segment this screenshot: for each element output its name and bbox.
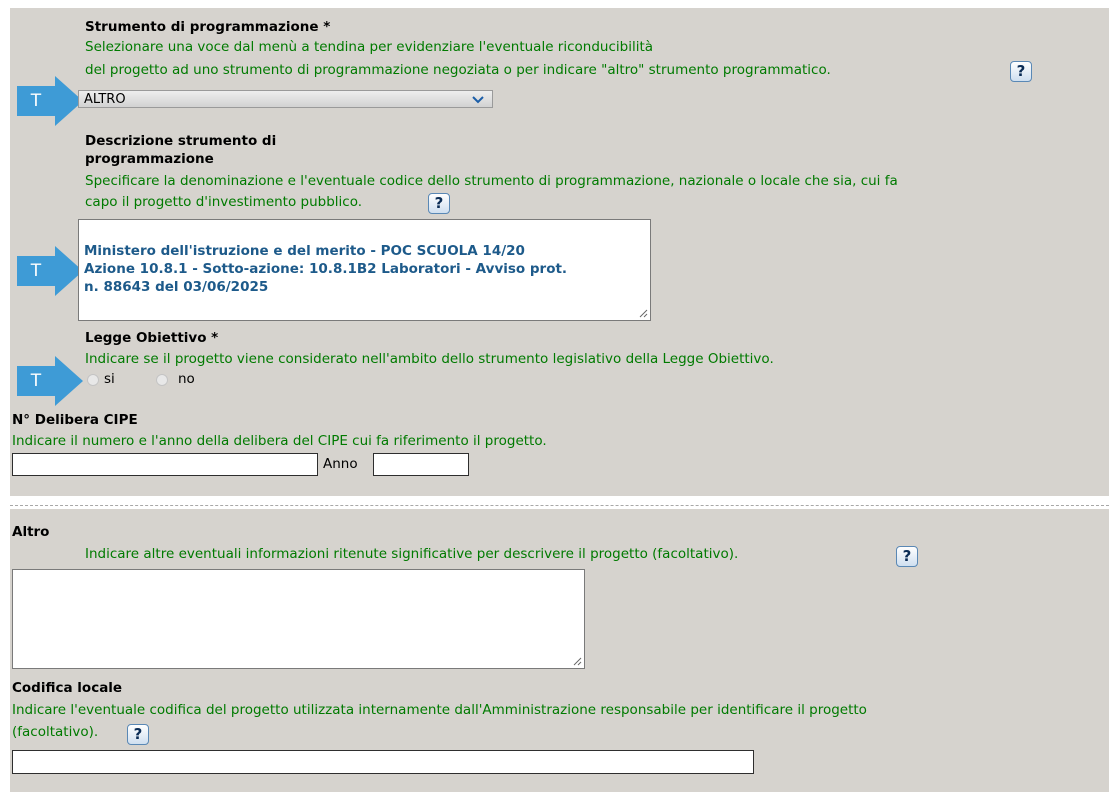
delibera-anno-input[interactable] [373,453,469,476]
help-icon[interactable]: ? [127,724,149,745]
legge-radio-si[interactable] [87,374,99,386]
t-marker-icon: T [17,76,83,126]
descrizione-help-line2: capo il progetto d'investimento pubblico… [85,194,363,210]
help-icon[interactable]: ? [428,193,450,214]
strumento-label: Strumento di programmazione * [85,19,331,35]
legge-radio-no-label: no [178,371,195,387]
codifica-help-line1: Indicare l'eventuale codifica del proget… [12,702,867,718]
descrizione-label-line2: programmazione [85,151,214,167]
altro-textarea[interactable] [12,569,585,669]
legge-radio-si-label: si [104,371,115,387]
chevron-down-icon[interactable] [472,91,484,114]
strumento-selected-value: ALTRO [84,92,126,107]
resize-grip-icon[interactable] [638,308,648,318]
delibera-anno-label: Anno [323,456,358,472]
help-icon[interactable]: ? [896,546,918,567]
descrizione-value: Ministero dell'istruzione e del merito -… [84,243,568,295]
help-icon[interactable]: ? [1010,61,1032,82]
codifica-label: Codifica locale [12,680,123,696]
t-marker-icon: T [17,356,83,406]
altro-help: Indicare altre eventuali informazioni ri… [85,546,739,562]
codifica-help-line2: (facoltativo). [12,724,99,740]
section-divider [10,505,1109,506]
delibera-numero-input[interactable] [12,453,318,476]
t-marker-icon: T [17,246,83,296]
legge-label: Legge Obiettivo * [85,330,219,346]
descrizione-label-line1: Descrizione strumento di [85,133,277,149]
descrizione-help-line1: Specificare la denominazione e l'eventua… [85,173,898,189]
descrizione-textarea[interactable]: Ministero dell'istruzione e del merito -… [78,219,651,321]
delibera-label: N° Delibera CIPE [12,412,138,428]
strumento-help-line2: del progetto ad uno strumento di program… [85,62,831,78]
legge-radio-no[interactable] [156,374,168,386]
codifica-input[interactable] [12,750,754,774]
delibera-help: Indicare il numero e l'anno della delibe… [12,433,547,449]
resize-grip-icon[interactable] [572,656,582,666]
strumento-help-line1: Selezionare una voce dal menù a tendina … [85,39,654,55]
strumento-select[interactable]: ALTRO [78,90,493,108]
altro-label: Altro [12,524,50,540]
legge-help: Indicare se il progetto viene considerat… [85,351,774,367]
